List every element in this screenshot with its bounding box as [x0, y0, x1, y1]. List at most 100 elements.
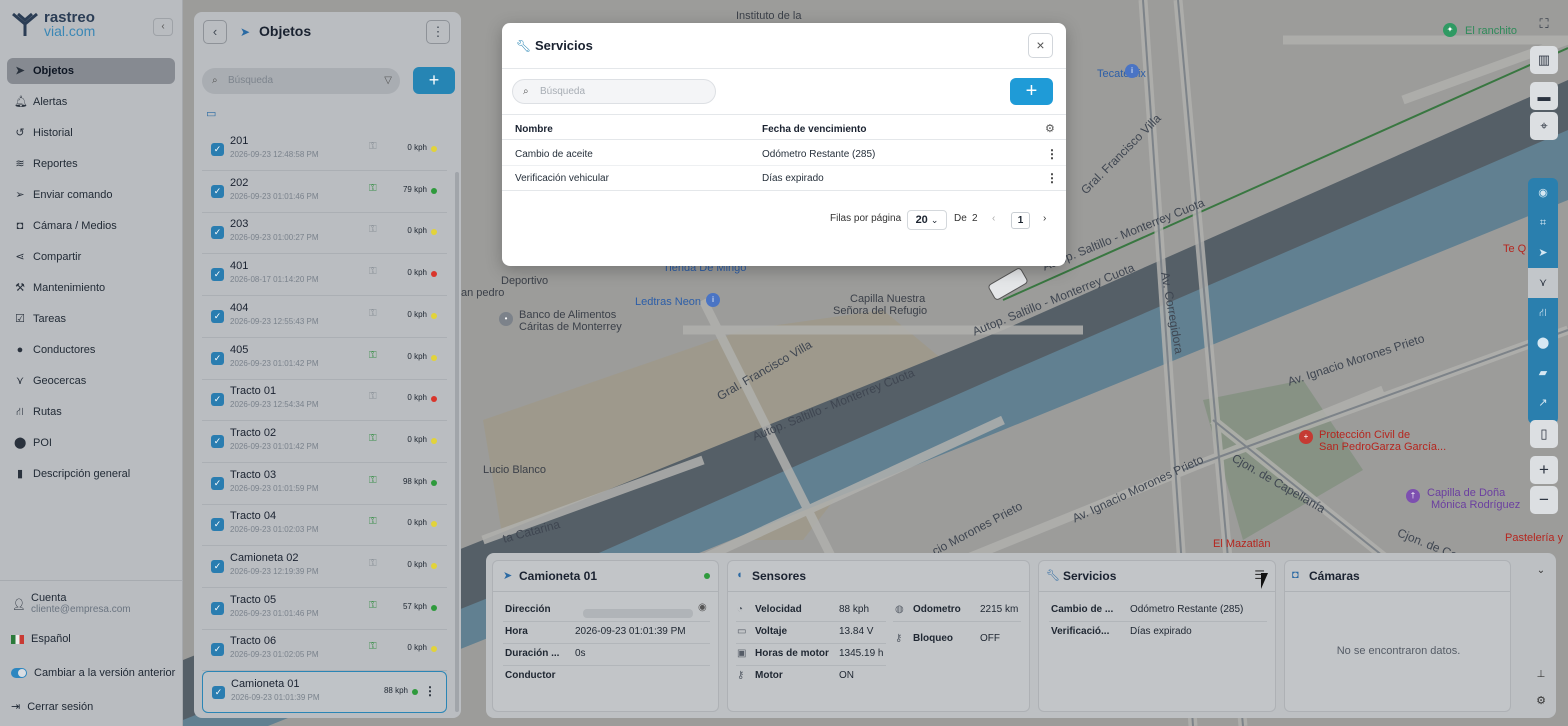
object-row[interactable]: ✓ Tracto 06 2026-09-23 01:02:05 PM ⚿ 0 kph — [202, 629, 447, 672]
rows-per-page-select[interactable]: 20 ⌄ — [907, 210, 947, 230]
sidebar-item-objetos[interactable]: ➤ Objetos — [7, 58, 175, 84]
collapse-sidebar-button[interactable]: ‹ — [153, 18, 173, 36]
sidebar-item-rutas[interactable]: ⛙ Rutas — [7, 399, 175, 425]
object-row[interactable]: ✓ 405 2026-09-23 01:01:42 PM ⚿ 0 kph — [202, 338, 447, 380]
object-row[interactable]: ✓ 203 2026-09-23 01:00:27 PM ⚿ 0 kph — [202, 212, 447, 255]
poi-marker[interactable]: † — [1406, 489, 1420, 503]
object-checkbox[interactable]: ✓ — [212, 686, 225, 700]
next-page-button[interactable]: › — [1043, 213, 1046, 224]
collapse-panel-button[interactable]: ⌄ — [1531, 561, 1551, 581]
add-service-button[interactable]: + — [1010, 78, 1053, 105]
sidebar-item-geocercas[interactable]: ⋎ Geocercas — [7, 368, 175, 394]
sidebar-item-conductores[interactable]: ● Conductores — [7, 337, 175, 363]
brand-logo[interactable]: rastreo vial.com — [10, 10, 95, 38]
object-checkbox[interactable]: ✓ — [211, 643, 224, 657]
object-row[interactable]: ✓ Camioneta 01 2026-09-23 01:01:39 PM 88 kp… — [202, 671, 447, 714]
logout-button[interactable]: ⇥ Cerrar sesión — [11, 700, 93, 714]
fullscreen-button[interactable]: ⛶ — [1530, 10, 1558, 38]
object-row[interactable]: ✓ 401 2026-08-17 01:14:20 PM ⚿ 0 kph — [202, 254, 447, 297]
ruler-button[interactable]: ▬ — [1530, 82, 1558, 110]
object-checkbox[interactable]: ✓ — [211, 143, 224, 156]
settings-gear-icon[interactable]: ⚙ — [1045, 122, 1055, 135]
object-row[interactable]: ✓ Tracto 04 2026-09-23 01:02:03 PM ⚿ 0 kph — [202, 504, 447, 547]
locate-button[interactable]: ⌖ — [1530, 112, 1558, 140]
sidebar-item-reportes[interactable]: ≋ Reportes — [7, 151, 175, 177]
eye-icon[interactable]: ◉ — [698, 602, 707, 613]
sidebar-item-tareas[interactable]: ☑ Tareas — [7, 306, 175, 332]
object-checkbox[interactable]: ✓ — [211, 393, 224, 407]
sidebar-item-historial[interactable]: ↺ Historial — [7, 120, 175, 146]
map-tool-button[interactable]: ⋎ — [1528, 268, 1558, 298]
object-checkbox[interactable]: ✓ — [211, 351, 224, 365]
map-tool-button[interactable]: ⌗ — [1528, 208, 1558, 238]
modal-search-input[interactable]: ⌕ Búsqueda — [512, 79, 716, 104]
map-tool-button[interactable]: ➤ — [1528, 238, 1558, 268]
map-tool-button[interactable]: ▰ — [1528, 358, 1558, 388]
sidebar-item-label: Geocercas — [33, 375, 87, 387]
object-row[interactable]: ✓ 202 2026-09-23 01:01:46 PM ⚿ 79 kph — [202, 171, 447, 213]
account-menu[interactable]: 👤︎ Cuenta cliente@empresa.com — [10, 592, 131, 615]
object-row[interactable]: ✓ Camioneta 02 2026-09-23 12:19:39 PM ⚿ 0 kp… — [202, 546, 447, 588]
object-checkbox[interactable]: ✓ — [211, 268, 224, 282]
divider — [503, 621, 710, 622]
switch-version-toggle[interactable]: Cambiar a la versión anterior — [11, 667, 175, 679]
pin-icon: ⬤ — [14, 437, 27, 449]
object-row[interactable]: ✓ Tracto 03 2026-09-23 01:01:59 PM ⚿ 98 kph — [202, 463, 447, 505]
object-row[interactable]: ✓ Tracto 05 2026-09-23 01:01:46 PM ⚿ 57 kph — [202, 588, 447, 630]
current-page[interactable]: 1 — [1011, 212, 1030, 229]
object-checkbox[interactable]: ✓ — [211, 560, 224, 573]
object-checkbox[interactable]: ✓ — [211, 184, 224, 198]
pin-panel-button[interactable]: ⊥ — [1531, 665, 1551, 685]
kebab-menu-icon[interactable]: ⋮ — [424, 684, 436, 698]
sidebar-item-descripcion-general[interactable]: ▮ Descripción general — [7, 461, 175, 487]
zoom-in-button[interactable]: + — [1530, 456, 1558, 484]
row-menu-button[interactable]: ⋮ — [1046, 171, 1058, 185]
sidebar-item-camara-medios[interactable]: ◘ Cámara / Medios — [7, 213, 175, 239]
language-selector[interactable]: Español — [11, 633, 71, 645]
column-header-due[interactable]: Fecha de vencimiento — [762, 124, 866, 135]
poi-marker[interactable]: + — [1299, 430, 1313, 444]
panel-settings-button[interactable]: ⚙ — [1531, 691, 1551, 711]
sidebar-item-mantenimiento[interactable]: ⚒ Mantenimiento — [7, 275, 175, 301]
ignition-icon: ⚿ — [369, 224, 377, 236]
sidebar-item-poi[interactable]: ⬤ POI — [7, 430, 175, 456]
map-tool-button[interactable]: ⬤ — [1528, 328, 1558, 358]
map-tool-button[interactable]: ◉ — [1528, 178, 1558, 208]
column-header-name[interactable]: Nombre — [515, 124, 553, 135]
sensors-card: ◖ Sensores ◔ Velocidad 88 kph ▭ Voltaje … — [727, 560, 1030, 712]
map-tool-button[interactable]: ↗ — [1528, 388, 1558, 418]
object-timestamp: 2026-09-23 01:01:59 PM — [230, 483, 319, 493]
map-layers-button[interactable]: ▥ — [1530, 46, 1558, 74]
row-menu-button[interactable]: ⋮ — [1046, 147, 1058, 161]
poi-marker[interactable]: i — [1125, 64, 1139, 78]
objects-search-input[interactable]: ⌕ Búsqueda ▽ — [202, 68, 400, 94]
object-checkbox[interactable]: ✓ — [211, 518, 224, 532]
object-checkbox[interactable]: ✓ — [211, 476, 224, 490]
poi-marker[interactable]: • — [499, 312, 513, 326]
sidebar-item-enviar-comando[interactable]: ➢ Enviar comando — [7, 182, 175, 208]
map-tool-button[interactable]: ⛙ — [1528, 298, 1558, 328]
object-row[interactable]: ✓ Tracto 01 2026-09-23 12:54:34 PM ⚿ 0 kph — [202, 379, 447, 422]
traffic-button[interactable]: ▯ — [1530, 420, 1558, 448]
object-checkbox[interactable]: ✓ — [211, 226, 224, 240]
object-checkbox[interactable]: ✓ — [211, 309, 224, 323]
sidebar-item-compartir[interactable]: ⋖ Compartir — [7, 244, 175, 270]
navigation-arrow-icon: ➤ — [1538, 247, 1548, 259]
divider — [493, 591, 718, 592]
close-button[interactable]: × — [1028, 33, 1053, 58]
poi-marker[interactable]: i — [706, 293, 720, 307]
object-row[interactable]: ✓ 404 2026-09-23 12:55:43 PM ⚿ 0 kph — [202, 296, 447, 338]
objects-menu-button[interactable]: ⋮ — [426, 20, 450, 44]
sensor-value: 2215 km — [980, 604, 1019, 615]
sidebar-item-alertas[interactable]: 🔔︎ Alertas — [7, 89, 175, 115]
object-row[interactable]: ✓ Tracto 02 2026-09-23 01:01:42 PM ⚿ 0 kph — [202, 421, 447, 463]
back-button[interactable]: ‹ — [203, 20, 227, 44]
object-checkbox[interactable]: ✓ — [211, 601, 224, 615]
poi-marker[interactable]: ✦ — [1443, 23, 1457, 37]
zoom-out-button[interactable]: − — [1530, 486, 1558, 514]
prev-page-button[interactable]: ‹ — [992, 213, 995, 224]
scrollbar[interactable] — [455, 172, 459, 712]
object-row[interactable]: ✓ 201 2026-09-23 12:48:58 PM ⚿ 0 kph — [202, 129, 447, 171]
add-object-button[interactable]: + — [413, 67, 455, 94]
object-checkbox[interactable]: ✓ — [211, 434, 224, 448]
